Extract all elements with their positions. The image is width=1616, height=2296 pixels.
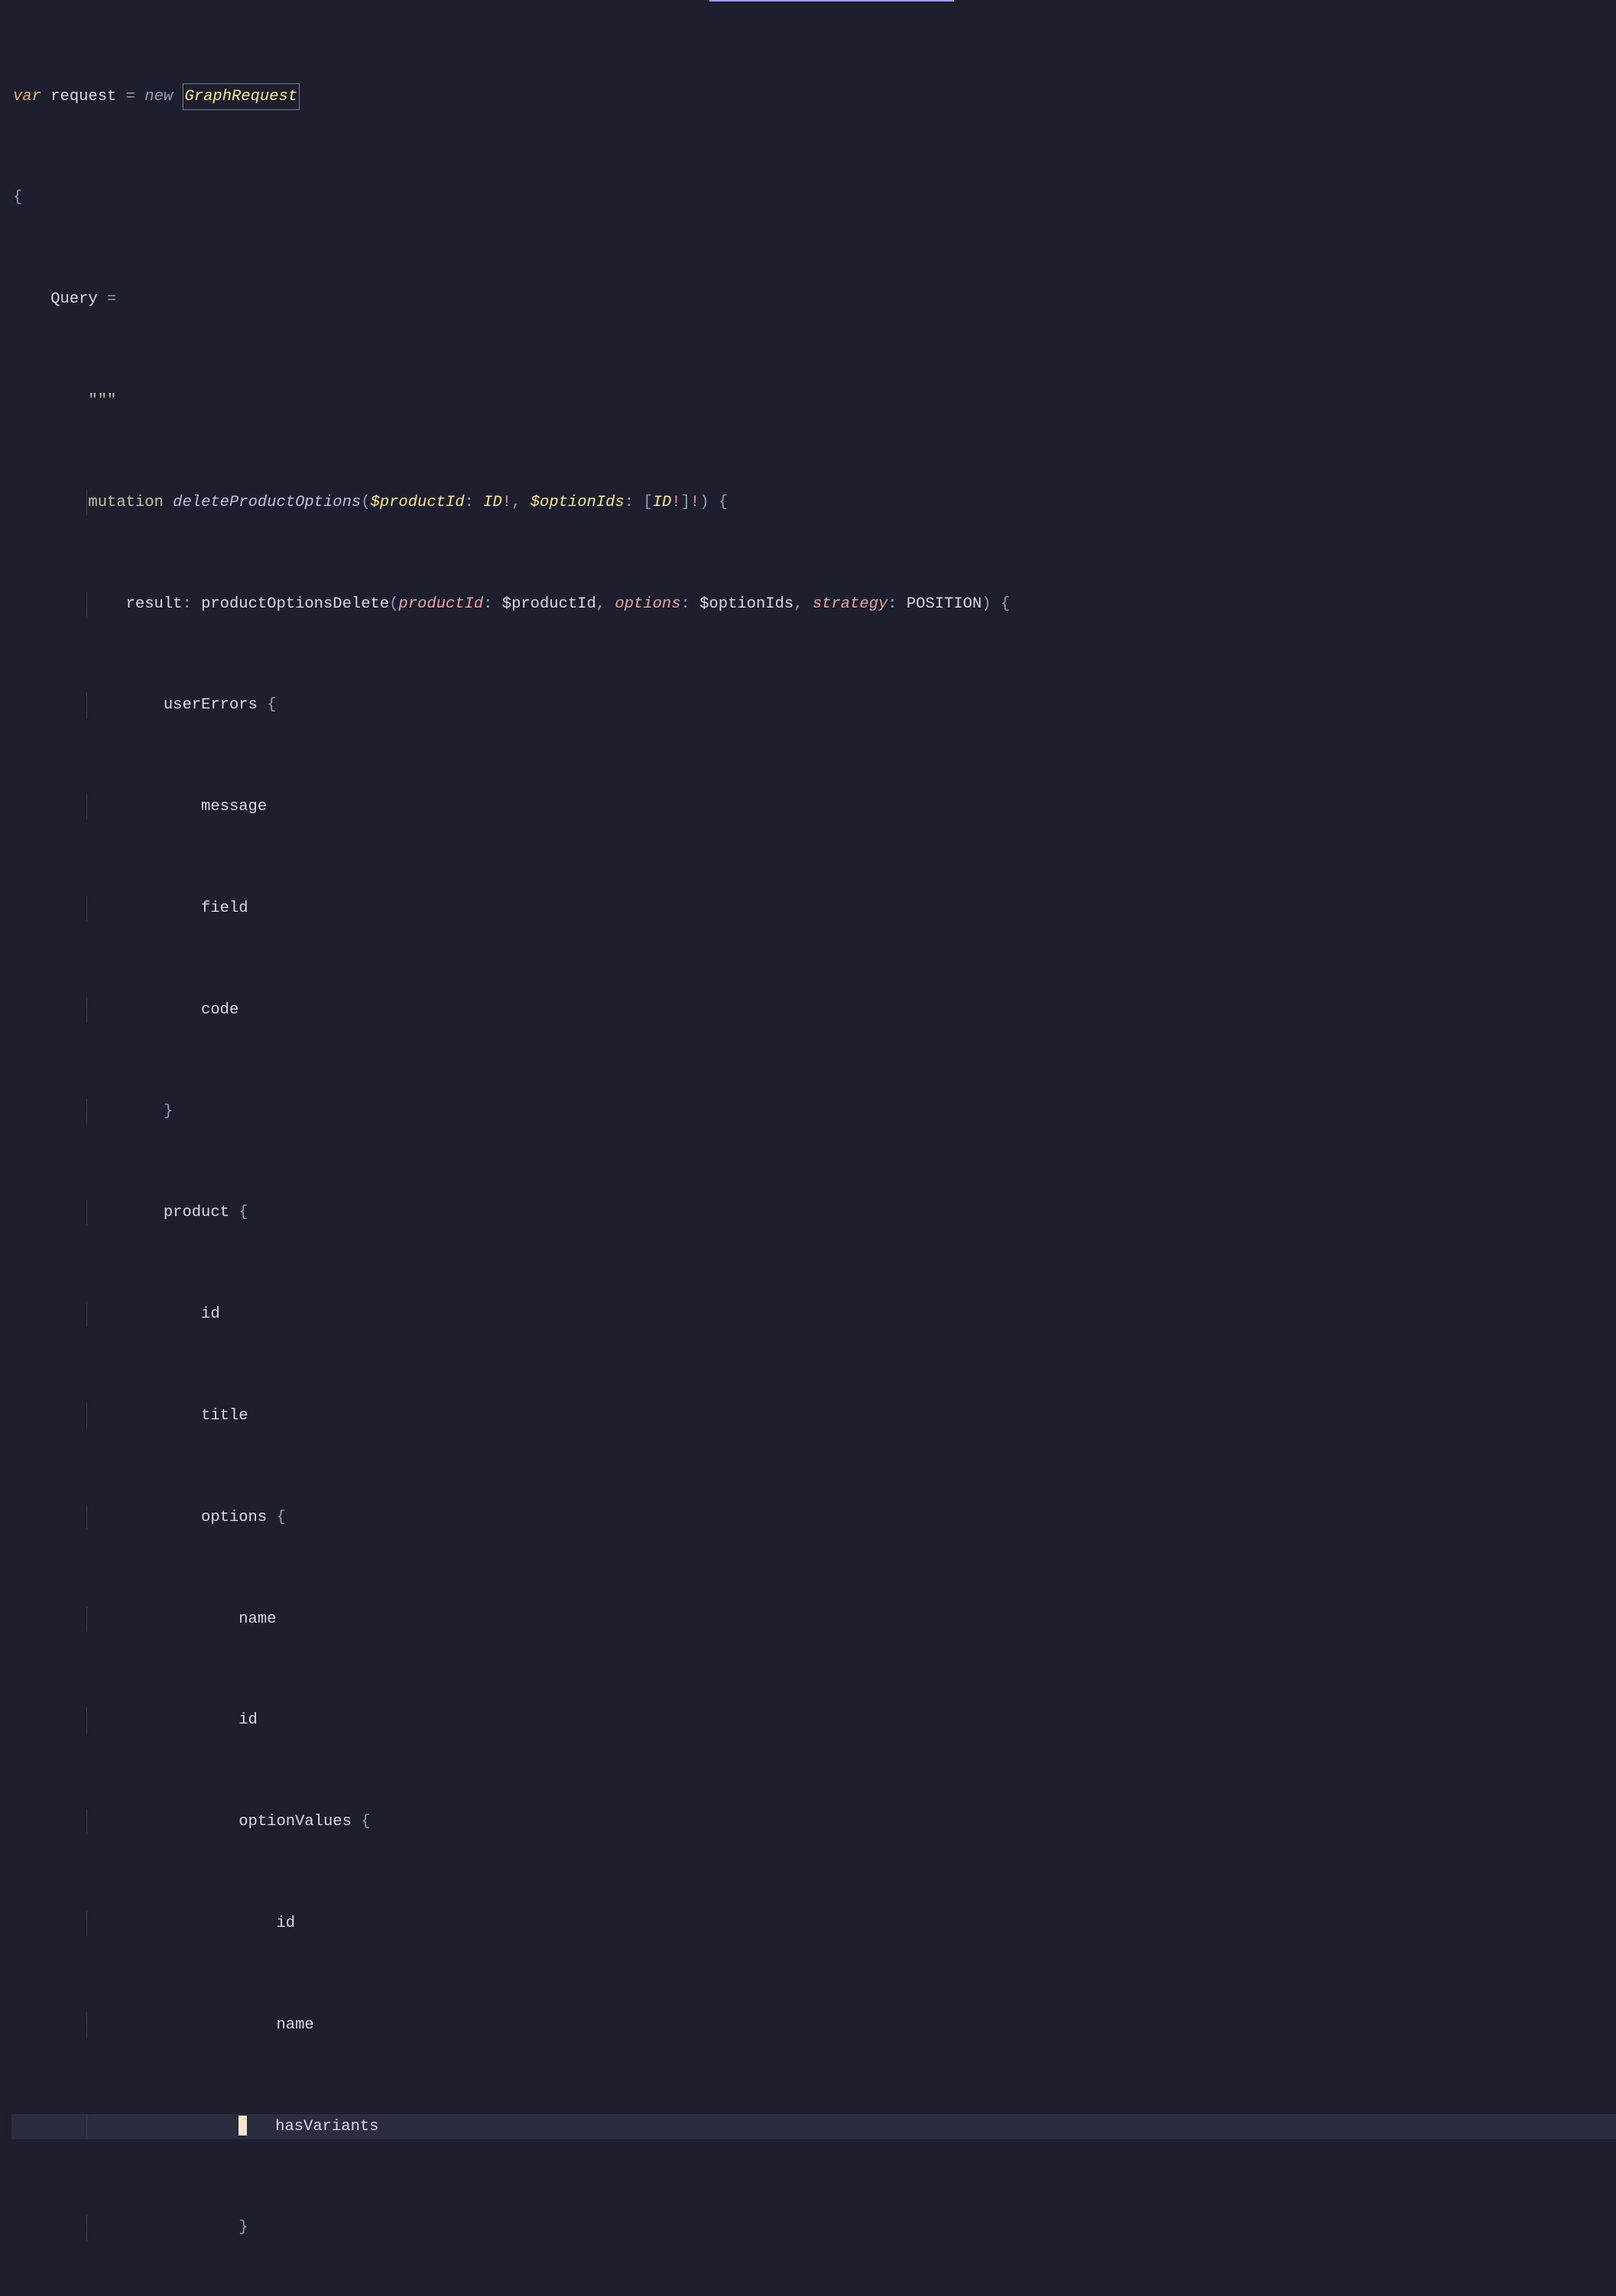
identifier: request — [50, 84, 116, 109]
code-line[interactable]: result: productOptionsDelete(productId: … — [11, 592, 1616, 617]
code-line[interactable]: id — [11, 1707, 1616, 1733]
gql-field: code — [201, 997, 239, 1023]
code-line[interactable]: """ — [11, 388, 1616, 413]
brace-open: { — [267, 692, 276, 718]
operator-equals: = — [126, 84, 135, 109]
code-line[interactable]: var request = new GraphRequest — [11, 84, 1616, 109]
gql-type: ID — [653, 490, 672, 515]
code-line[interactable]: product { — [11, 1200, 1616, 1225]
text-cursor — [239, 2116, 247, 2135]
gql-field: name — [239, 1607, 276, 1632]
colon: : — [483, 592, 492, 617]
code-line[interactable]: } — [11, 1099, 1616, 1124]
bang: ! — [502, 490, 511, 515]
paren-close: ) — [699, 490, 709, 515]
colon: : — [625, 490, 634, 515]
keyword-var: var — [13, 84, 41, 109]
bracket-close: ] — [681, 490, 690, 515]
brace-close: } — [164, 1099, 173, 1124]
brace-open: { — [276, 1505, 285, 1530]
gql-field: options — [201, 1505, 267, 1530]
gql-field: hasVariants — [275, 2114, 378, 2139]
gql-mutation-keyword: mutation — [88, 490, 163, 515]
brace-open: { — [361, 1809, 370, 1834]
gql-field: message — [201, 794, 267, 819]
code-line-active[interactable]: hasVariants — [11, 2114, 1616, 2139]
keyword-new: new — [144, 84, 173, 109]
gql-var: $optionIds — [531, 490, 625, 515]
gql-mutation-name: deleteProductOptions — [173, 490, 361, 515]
gql-type: ID — [483, 490, 502, 515]
type-name: GraphRequest — [183, 83, 300, 110]
bang: ! — [690, 490, 699, 515]
gql-field: id — [201, 1302, 220, 1327]
gql-field: userErrors — [164, 692, 258, 718]
gql-field: productOptionsDelete — [201, 592, 389, 617]
code-line[interactable]: message — [11, 794, 1616, 819]
gql-arg: options — [615, 592, 680, 617]
gql-field: title — [201, 1403, 248, 1429]
paren-open: ( — [389, 592, 398, 617]
gql-field: optionValues — [239, 1809, 352, 1834]
brace-open: { — [13, 185, 22, 210]
brace-close: } — [239, 2215, 248, 2240]
code-line[interactable]: id — [11, 1911, 1616, 1936]
paren-open: ( — [361, 490, 370, 515]
code-line[interactable]: userErrors { — [11, 692, 1616, 718]
property-name: Query — [50, 287, 98, 312]
comma: , — [596, 592, 605, 617]
gql-var-ref: $productId — [502, 592, 596, 617]
colon: : — [465, 490, 474, 515]
colon: : — [182, 592, 191, 617]
comma: , — [511, 490, 521, 515]
code-editor[interactable]: var request = new GraphRequest { Query =… — [0, 0, 1616, 1148]
editor-gutter — [0, 0, 11, 1148]
code-line[interactable]: { — [11, 185, 1616, 210]
code-line[interactable]: mutation deleteProductOptions($productId… — [11, 490, 1616, 515]
gql-enum: POSITION — [907, 592, 982, 617]
code-line[interactable]: name — [11, 1607, 1616, 1632]
code-line[interactable]: id — [11, 1302, 1616, 1327]
code-line[interactable]: } — [11, 2215, 1616, 2240]
gql-arg: productId — [398, 592, 483, 617]
gql-field: product — [164, 1200, 229, 1225]
code-content[interactable]: var request = new GraphRequest { Query =… — [11, 0, 1616, 1148]
operator-equals: = — [107, 287, 116, 312]
paren-close: ) — [982, 592, 991, 617]
string-quotes: """ — [88, 388, 116, 413]
bracket-open: [ — [643, 490, 652, 515]
gql-arg: strategy — [813, 592, 888, 617]
code-line[interactable]: options { — [11, 1505, 1616, 1530]
comma: , — [793, 592, 803, 617]
code-line[interactable]: Query = — [11, 287, 1616, 312]
code-line[interactable]: name — [11, 2012, 1616, 2038]
code-line[interactable]: field — [11, 896, 1616, 921]
gql-alias: result — [126, 592, 183, 617]
bang: ! — [671, 490, 680, 515]
colon: : — [888, 592, 897, 617]
brace-open: { — [719, 490, 728, 515]
code-line[interactable]: optionValues { — [11, 1809, 1616, 1834]
gql-field: field — [201, 896, 248, 921]
gql-var-ref: $optionIds — [699, 592, 793, 617]
code-line[interactable]: title — [11, 1403, 1616, 1429]
gql-field: name — [276, 2012, 313, 2038]
gql-var: $productId — [371, 490, 465, 515]
brace-open: { — [239, 1200, 248, 1225]
gql-field: id — [239, 1707, 258, 1733]
code-line[interactable]: code — [11, 997, 1616, 1023]
brace-open: { — [1001, 592, 1010, 617]
gql-field: id — [276, 1911, 295, 1936]
colon: : — [681, 592, 690, 617]
